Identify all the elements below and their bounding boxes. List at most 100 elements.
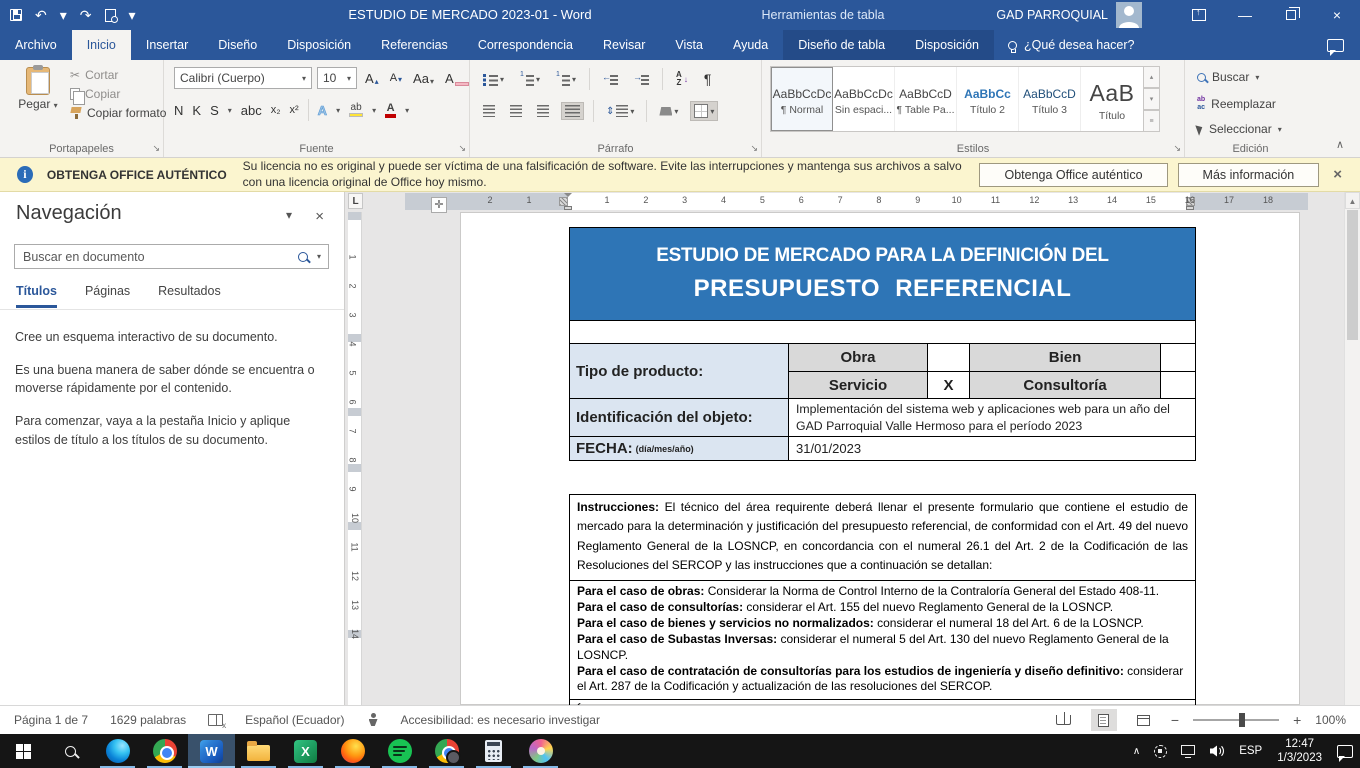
document-title-banner[interactable]: ESTUDIO DE MERCADO PARA LA DEFINICIÓN DE… <box>569 227 1196 321</box>
multilevel-list-button[interactable]: ▾ <box>553 71 579 87</box>
shading-button[interactable]: ▾ <box>656 105 681 118</box>
accessibility-status[interactable]: Accesibilidad: es necesario investigar <box>401 713 600 727</box>
cell-servicio-check[interactable]: X <box>927 371 969 398</box>
styles-dialog-launcher[interactable]: ↘ <box>1173 143 1181 154</box>
proofing-icon[interactable] <box>208 714 223 726</box>
customize-qat-icon[interactable]: ▾ <box>129 8 136 22</box>
grow-font-button[interactable]: A▴ <box>362 71 382 86</box>
undo-icon[interactable]: ↶ <box>35 8 47 22</box>
cell-objeto-value[interactable]: Implementación del sistema web y aplicac… <box>788 398 1195 436</box>
cell-bien[interactable]: Bien <box>969 344 1160 371</box>
cell-tipo-label[interactable]: Tipo de producto: <box>570 344 788 398</box>
strikethrough-button[interactable]: abc <box>241 103 262 118</box>
zoom-level[interactable]: 100% <box>1315 713 1346 727</box>
align-left-button[interactable] <box>480 103 498 119</box>
taskbar-chrome-profile[interactable] <box>423 734 470 768</box>
numbering-button[interactable]: ▾ <box>517 71 543 87</box>
taskbar-firefox[interactable] <box>329 734 376 768</box>
cell-objeto-label[interactable]: Identificación del objeto: <box>570 398 788 436</box>
replace-button[interactable]: abacReemplazar <box>1197 96 1276 111</box>
web-layout-button[interactable] <box>1131 709 1157 731</box>
taskbar-excel[interactable]: X <box>282 734 329 768</box>
scrollbar-thumb[interactable] <box>1347 210 1358 340</box>
redo-icon[interactable]: ↷ <box>80 8 92 22</box>
ribbon-display-options-button[interactable] <box>1176 0 1222 30</box>
start-button[interactable] <box>0 734 47 768</box>
table-spacer-row[interactable] <box>569 321 1196 344</box>
text-effects-dropdown-icon[interactable]: ▾ <box>336 106 340 115</box>
style-titulo-3[interactable]: AaBbCcDTítulo 3 <box>1019 67 1081 131</box>
paste-button[interactable]: Pegar ▾ <box>12 67 64 111</box>
copy-button[interactable]: Copiar <box>70 87 166 101</box>
taskbar-file-explorer[interactable] <box>235 734 282 768</box>
get-office-button[interactable]: Obtenga Office auténtico <box>979 163 1167 187</box>
row-grip[interactable] <box>348 408 361 416</box>
instruction-line[interactable]: Para el caso de contratación de consulto… <box>577 664 1188 696</box>
zoom-out-button[interactable]: − <box>1171 712 1179 728</box>
align-right-button[interactable] <box>534 103 552 119</box>
table-move-handle[interactable]: ✛ <box>431 197 447 213</box>
collapse-ribbon-icon[interactable]: ∧ <box>1336 138 1344 151</box>
cell-obra-check[interactable] <box>927 344 969 371</box>
taskbar-word[interactable]: W <box>188 734 235 768</box>
print-layout-button[interactable] <box>1091 709 1117 731</box>
change-case-button[interactable]: Aa▾ <box>410 71 437 86</box>
font-size-select[interactable]: 10▾ <box>317 67 357 89</box>
taskbar-search-button[interactable] <box>47 734 94 768</box>
tab-vista[interactable]: Vista <box>660 30 718 60</box>
tab-selector[interactable]: L <box>348 193 363 209</box>
close-button[interactable]: × <box>1314 0 1360 30</box>
account-area[interactable]: GAD PARROQUIAL <box>996 0 1142 30</box>
document-page[interactable]: ESTUDIO DE MERCADO PARA LA DEFINICIÓN DE… <box>460 212 1300 705</box>
tab-paginas[interactable]: Páginas <box>85 284 130 308</box>
taskbar-chrome[interactable] <box>141 734 188 768</box>
highlight-dropdown-icon[interactable]: ▾ <box>372 106 376 115</box>
search-icon[interactable] <box>298 252 308 262</box>
network-icon[interactable] <box>1174 734 1202 768</box>
right-indent-marker[interactable] <box>1186 206 1194 210</box>
input-language[interactable]: ESP <box>1232 734 1269 768</box>
instruction-line[interactable]: Para el caso de obras: Considerar la Nor… <box>577 584 1188 600</box>
clipboard-dialog-launcher[interactable]: ↘ <box>152 143 160 154</box>
tab-ayuda[interactable]: Ayuda <box>718 30 783 60</box>
styles-more-button[interactable]: ≡ <box>1143 110 1160 132</box>
navigation-close-icon[interactable]: × <box>315 208 324 225</box>
avatar[interactable] <box>1116 2 1142 28</box>
clear-formatting-button[interactable]: A <box>442 71 472 86</box>
tell-me-box[interactable]: ¿Qué desea hacer? <box>994 30 1149 60</box>
cell-bien-check[interactable] <box>1160 344 1195 371</box>
taskbar-spotify[interactable] <box>376 734 423 768</box>
increase-indent-button[interactable] <box>631 71 652 87</box>
cut-button[interactable]: ✂Cortar <box>70 68 166 82</box>
highlight-button[interactable]: ab <box>349 103 363 117</box>
tab-insertar[interactable]: Insertar <box>131 30 203 60</box>
font-color-dropdown-icon[interactable]: ▾ <box>405 106 409 115</box>
subscript-button[interactable]: x₂ <box>271 104 281 116</box>
save-icon[interactable] <box>10 9 22 21</box>
paste-dropdown-icon[interactable]: ▾ <box>54 101 58 110</box>
style-normal[interactable]: AaBbCcDc¶ Normal <box>771 67 833 131</box>
instructions-intro[interactable]: Instrucciones: El técnico del área requi… <box>570 495 1195 581</box>
underline-dropdown-icon[interactable]: ▾ <box>228 106 232 115</box>
shrink-font-button[interactable]: A▾ <box>387 72 405 84</box>
styles-scroll-up-button[interactable]: ▴ <box>1143 66 1160 88</box>
left-indent-marker[interactable] <box>564 206 572 210</box>
print-preview-icon[interactable] <box>105 9 116 22</box>
font-dialog-launcher[interactable]: ↘ <box>458 143 466 154</box>
instruction-line[interactable]: Para el caso de Subastas Inversas: consi… <box>577 632 1188 664</box>
more-info-button[interactable]: Más información <box>1178 163 1320 187</box>
page-indicator[interactable]: Página 1 de 7 <box>14 713 88 727</box>
tab-referencias[interactable]: Referencias <box>366 30 463 60</box>
scroll-up-icon[interactable]: ▲ <box>1345 192 1360 209</box>
style-sin-espaciado[interactable]: AaBbCcDcSin espaci... <box>833 67 895 131</box>
style-table-paragraph[interactable]: AaBbCcD¶ Table Pa... <box>895 67 957 131</box>
tab-correspondencia[interactable]: Correspondencia <box>463 30 588 60</box>
language-indicator[interactable]: Español (Ecuador) <box>245 713 344 727</box>
cell-obra[interactable]: Obra <box>788 344 927 371</box>
restore-button[interactable] <box>1268 0 1314 30</box>
onedrive-icon[interactable] <box>1147 734 1174 768</box>
accessibility-icon[interactable] <box>367 713 379 727</box>
justify-button[interactable] <box>561 102 584 120</box>
superscript-button[interactable]: x² <box>290 104 299 116</box>
instruction-line[interactable]: Para el caso de consultorías: considerar… <box>577 600 1188 616</box>
